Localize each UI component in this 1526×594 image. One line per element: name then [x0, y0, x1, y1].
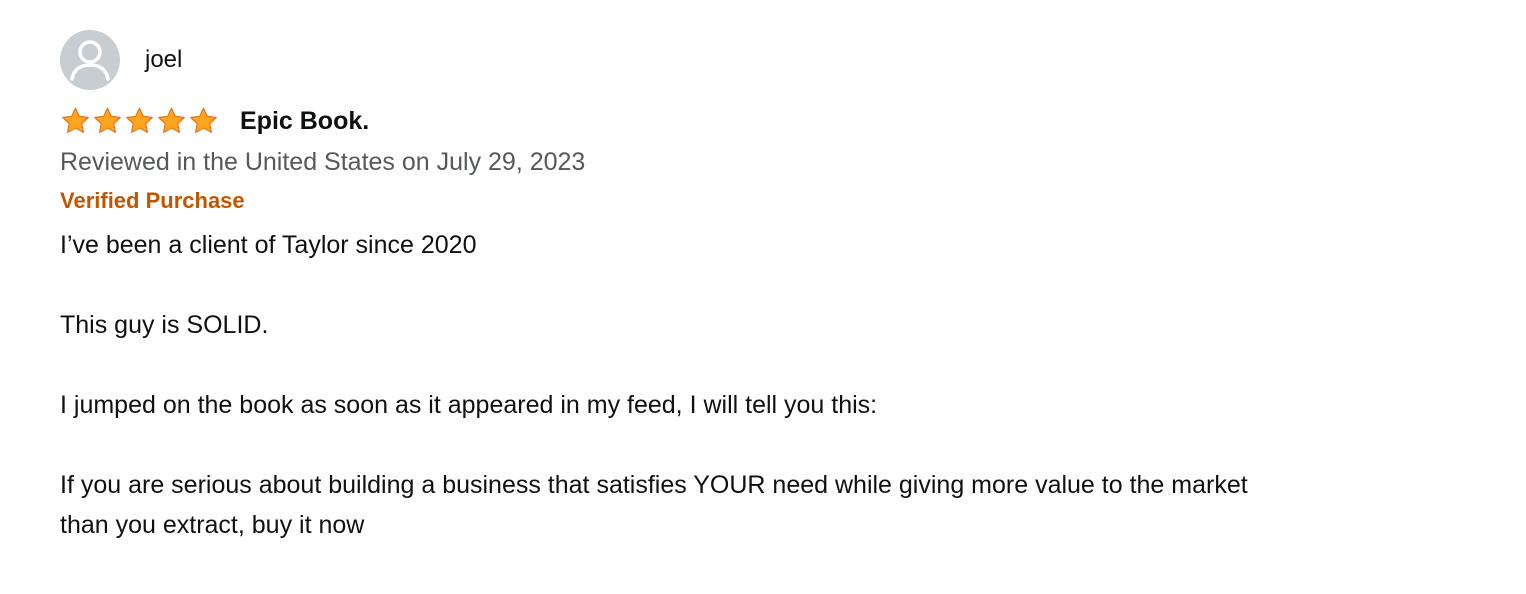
star-icon — [94, 107, 121, 133]
paragraph-break — [60, 265, 1480, 305]
paragraph-break — [60, 345, 1480, 385]
review-title[interactable]: Epic Book. — [240, 107, 369, 136]
review-paragraph-line: than you extract, buy it now — [60, 511, 365, 539]
star-icon — [158, 107, 185, 133]
verified-purchase-badge[interactable]: Verified Purchase — [60, 187, 1480, 215]
review-paragraph: This guy is SOLID. — [60, 311, 269, 339]
paragraph-break — [60, 425, 1480, 465]
star-rating[interactable] — [60, 105, 220, 137]
review-paragraph: I jumped on the book as soon as it appea… — [60, 391, 878, 419]
review-body: I’ve been a client of Taylor since 2020 … — [60, 225, 1480, 545]
review-title-row: Epic Book. — [60, 105, 1480, 137]
star-icon — [126, 107, 153, 133]
review-paragraph: I’ve been a client of Taylor since 2020 — [60, 231, 477, 259]
star-icon — [62, 107, 89, 133]
customer-review: joel Epic Book. Reviewed in the United S… — [60, 30, 1480, 545]
avatar[interactable] — [60, 30, 120, 90]
avatar-icon — [70, 40, 110, 81]
star-icon — [190, 107, 217, 133]
review-paragraph-line: If you are serious about building a busi… — [60, 471, 1248, 499]
reviewer-profile[interactable]: joel — [60, 30, 1480, 90]
reviewer-name[interactable]: joel — [145, 46, 182, 74]
review-date: Reviewed in the United States on July 29… — [60, 148, 586, 176]
